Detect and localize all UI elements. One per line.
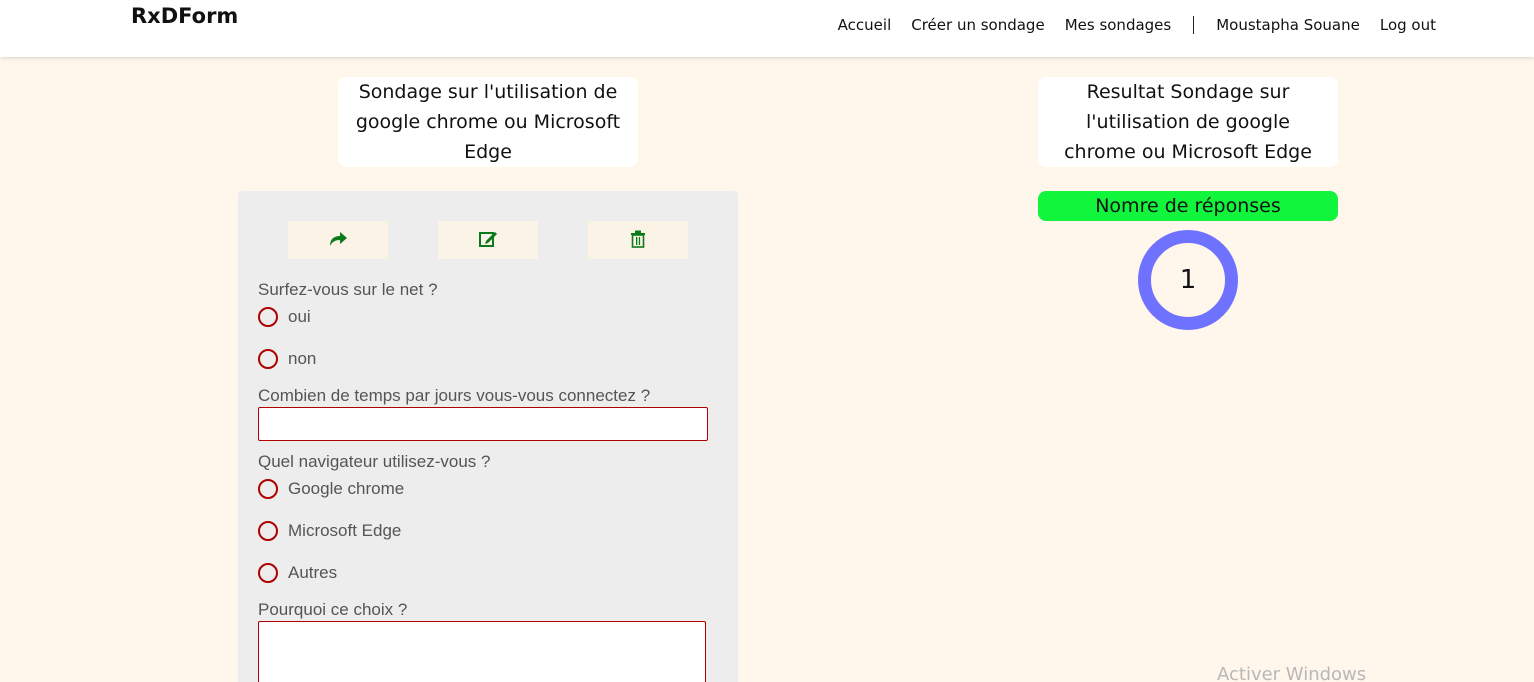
question-4-label: Pourquoi ce choix ?: [258, 600, 408, 619]
share-button[interactable]: [288, 221, 388, 259]
nav-link-creer-sondage[interactable]: Créer un sondage: [911, 16, 1044, 34]
share-icon: [328, 230, 348, 251]
survey-title: Sondage sur l'utilisation de google chro…: [355, 81, 621, 163]
response-count-label: Nomre de réponses: [1095, 195, 1281, 217]
response-count-value: 1: [1179, 265, 1197, 295]
time-per-day-input[interactable]: [258, 407, 708, 441]
radio-option-google-chrome[interactable]: Google chrome: [258, 479, 404, 499]
question-3-label: Quel navigateur utilisez-vous ?: [258, 452, 491, 471]
radio-option-oui[interactable]: oui: [258, 307, 311, 327]
radio-option-non[interactable]: non: [258, 349, 316, 369]
reason-textarea[interactable]: [258, 621, 706, 682]
nav-divider: [1193, 16, 1195, 34]
radio-button[interactable]: [258, 479, 278, 499]
radio-button[interactable]: [258, 349, 278, 369]
radio-button[interactable]: [258, 307, 278, 327]
radio-label: Autres: [288, 563, 338, 582]
nav-link-mes-sondages[interactable]: Mes sondages: [1065, 16, 1172, 34]
question-2-label: Combien de temps par jours vous-vous con…: [258, 386, 651, 405]
question-1-label: Surfez-vous sur le net ?: [258, 280, 438, 299]
edit-icon: [478, 230, 498, 251]
radio-option-autres[interactable]: Autres: [258, 563, 337, 583]
nav-link-accueil[interactable]: Accueil: [838, 16, 892, 34]
nav-links: Accueil Créer un sondage Mes sondages Mo…: [838, 16, 1436, 34]
delete-button[interactable]: [588, 221, 688, 259]
windows-activation-watermark: Activer Windows: [1217, 664, 1367, 682]
nav-user-name[interactable]: Moustapha Souane: [1216, 16, 1360, 34]
edit-button[interactable]: [438, 221, 538, 259]
radio-option-microsoft-edge[interactable]: Microsoft Edge: [258, 521, 401, 541]
response-count-ring: 1: [1138, 230, 1238, 330]
radio-button[interactable]: [258, 521, 278, 541]
radio-label: non: [288, 349, 317, 368]
results-title: Resultat Sondage sur l'utilisation de go…: [1064, 81, 1312, 163]
response-count-badge: Nomre de réponses: [1038, 191, 1338, 221]
survey-form-panel: Surfez-vous sur le net ? oui non Combien…: [238, 191, 738, 682]
radio-button[interactable]: [258, 563, 278, 583]
radio-label: Google chrome: [288, 479, 405, 498]
trash-icon: [630, 230, 646, 251]
survey-title-card: Sondage sur l'utilisation de google chro…: [338, 77, 638, 167]
nav-logout-link[interactable]: Log out: [1380, 16, 1436, 34]
radio-label: Microsoft Edge: [288, 521, 402, 540]
results-title-card: Resultat Sondage sur l'utilisation de go…: [1038, 77, 1338, 167]
top-navbar: RxDForm Accueil Créer un sondage Mes son…: [0, 0, 1534, 57]
brand-logo[interactable]: RxDForm: [131, 4, 238, 28]
radio-label: oui: [288, 307, 311, 326]
